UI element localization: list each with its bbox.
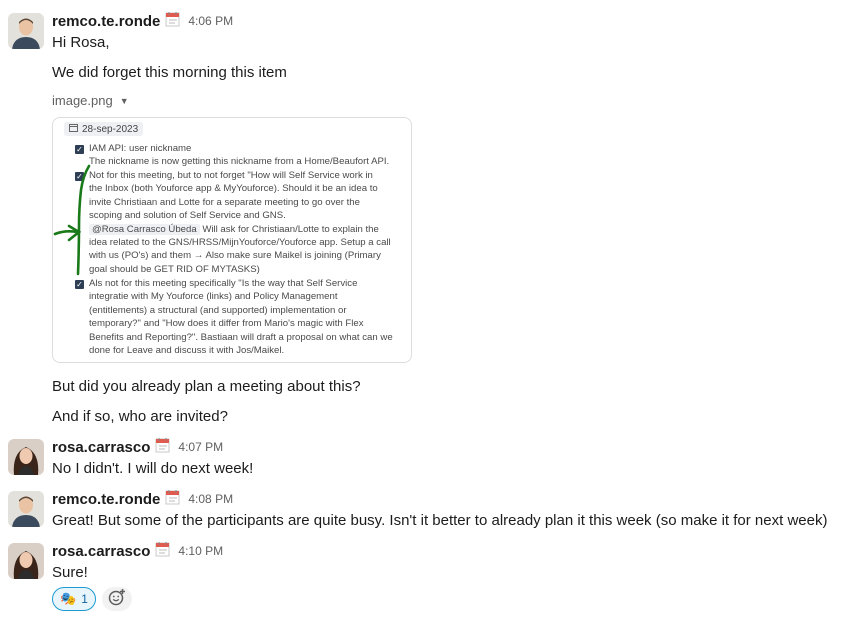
message-header: remco.te.ronde 4:06 PM bbox=[52, 11, 233, 31]
avatar-remco[interactable] bbox=[8, 13, 44, 49]
timestamp[interactable]: 4:08 PM bbox=[188, 492, 233, 506]
username[interactable]: remco.te.ronde bbox=[52, 491, 160, 508]
reaction-count: 1 bbox=[81, 592, 88, 606]
reaction-pill[interactable]: 🎭 1 bbox=[52, 587, 96, 611]
username[interactable]: rosa.carrasco bbox=[52, 439, 150, 456]
timestamp[interactable]: 4:10 PM bbox=[178, 544, 223, 558]
avatar-rosa[interactable] bbox=[8, 543, 44, 579]
message-text: No I didn't. I will do next week! bbox=[52, 460, 254, 477]
username[interactable]: rosa.carrasco bbox=[52, 543, 150, 560]
add-emoji-button[interactable] bbox=[101, 587, 132, 611]
message-text: But did you already plan a meeting about… bbox=[52, 378, 361, 395]
caret-down-icon[interactable]: ▼ bbox=[120, 96, 129, 106]
image-attachment[interactable]: 28-sep-2023 ✓ IAM API: user nickname The… bbox=[52, 117, 412, 363]
message-text: And if so, who are invited? bbox=[52, 408, 228, 425]
avatar-remco[interactable] bbox=[8, 491, 44, 527]
timestamp[interactable]: 4:07 PM bbox=[178, 440, 223, 454]
message-text: We did forget this morning this item bbox=[52, 64, 287, 81]
message-text: Hi Rosa, bbox=[52, 34, 110, 51]
reactions-bar: 🎭 1 bbox=[52, 587, 132, 611]
reaction-emoji-icon: 🎭 bbox=[60, 591, 77, 606]
message-text: Great! But some of the participants are … bbox=[52, 512, 828, 529]
calendar-icon bbox=[165, 489, 181, 510]
attachment-filename[interactable]: image.png ▼ bbox=[52, 93, 129, 108]
annotation-brace bbox=[53, 164, 91, 276]
message-header: rosa.carrasco 4:07 PM bbox=[52, 437, 223, 457]
calendar-icon bbox=[155, 437, 171, 458]
attachment-filename-text: image.png bbox=[52, 93, 113, 108]
message-header: rosa.carrasco 4:10 PM bbox=[52, 541, 223, 561]
calendar-icon bbox=[165, 11, 181, 32]
username[interactable]: remco.te.ronde bbox=[52, 13, 160, 30]
calendar-icon bbox=[155, 541, 171, 562]
timestamp[interactable]: 4:06 PM bbox=[188, 14, 233, 28]
avatar-rosa[interactable] bbox=[8, 439, 44, 475]
add-emoji-icon bbox=[108, 588, 126, 611]
message-text: Sure! bbox=[52, 564, 88, 581]
message-header: remco.te.ronde 4:08 PM bbox=[52, 489, 233, 509]
